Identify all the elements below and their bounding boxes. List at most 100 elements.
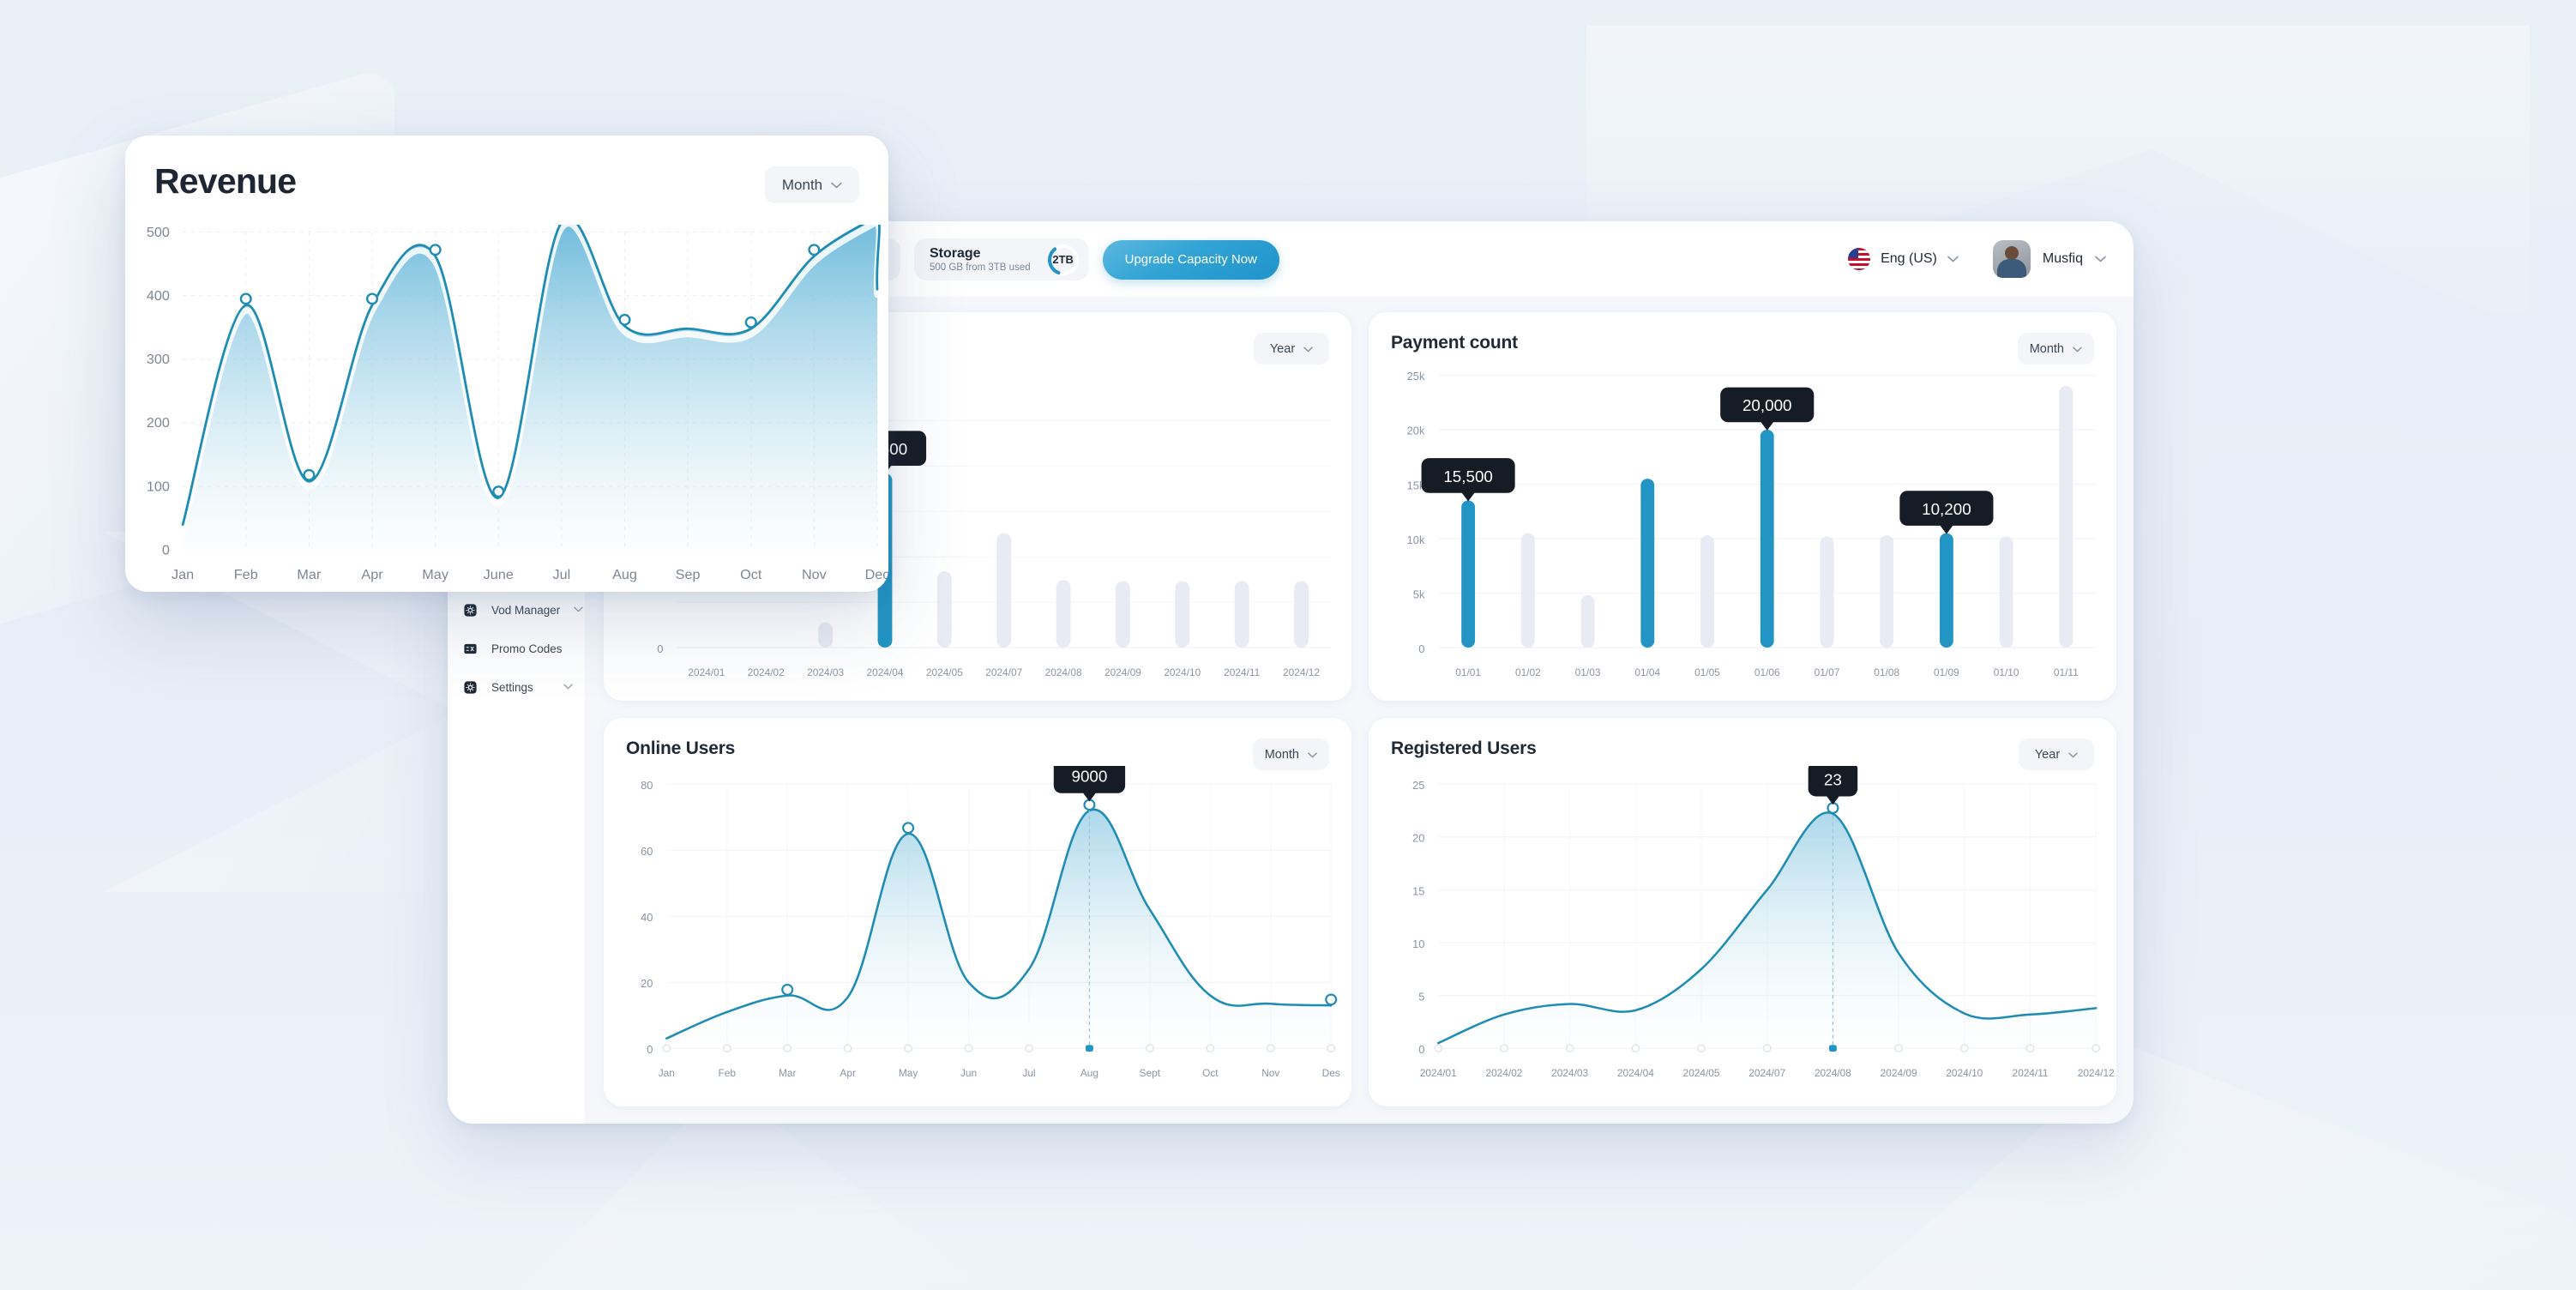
revenue-range-select[interactable]: Month (765, 166, 859, 203)
card-registered-users: Registered Users Year 0 5 10 15 20 25 2024/01 2… (1369, 718, 2116, 1106)
chart-revenue: 0 100 200 300 400 500 Jan Feb Mar Apr May June Jul Au… (125, 225, 888, 592)
svg-text:2024/07: 2024/07 (1748, 1068, 1785, 1079)
chart-payment-count: 0 5k 10k 15k 20k 25k 01/01 01/02 01/03 01/04 01/05… (1369, 360, 2116, 701)
page-title: Revenue (154, 161, 297, 201)
svg-text:Jan: Jan (172, 567, 194, 582)
svg-text:01/01: 01/01 (1455, 667, 1481, 678)
svg-text:0: 0 (162, 543, 170, 558)
top-bar-right: Eng (US) Musfiq (1848, 240, 2106, 278)
svg-text:Jul: Jul (1022, 1068, 1035, 1079)
svg-text:Feb: Feb (234, 567, 258, 582)
svg-text:Jun: Jun (960, 1068, 977, 1079)
svg-text:2024/09: 2024/09 (1104, 667, 1141, 678)
chevron-down-icon (1303, 343, 1313, 355)
svg-text:01/09: 01/09 (1934, 667, 1959, 678)
card-payment-count: Payment count Month 0 5k 10k 15k 20k 25k 01/01… (1369, 312, 2116, 701)
storage-used-ring-icon: 2TB (1046, 243, 1080, 277)
svg-text:2024/12: 2024/12 (1283, 667, 1320, 678)
svg-text:May: May (899, 1068, 918, 1079)
svg-text:2024/09: 2024/09 (1881, 1068, 1917, 1079)
svg-text:Mar: Mar (297, 567, 322, 582)
svg-text:2024/01: 2024/01 (688, 667, 725, 678)
svg-text:2024/08: 2024/08 (1815, 1068, 1851, 1079)
sidebar-item-settings[interactable]: Settings (448, 668, 585, 707)
svg-text:Mar: Mar (779, 1068, 797, 1079)
sidebar-item-label: Settings (491, 681, 533, 694)
storage-used-label: 2TB (1052, 253, 1074, 266)
svg-text:Feb: Feb (719, 1068, 737, 1079)
chevron-down-icon (2095, 253, 2106, 265)
svg-text:2024/11: 2024/11 (1224, 667, 1260, 678)
chevron-down-icon (2068, 749, 2078, 761)
svg-text:2024/03: 2024/03 (807, 667, 844, 678)
svg-text:01/04: 01/04 (1634, 667, 1660, 678)
svg-text:2024/11: 2024/11 (2012, 1068, 2048, 1079)
svg-text:Dec: Dec (865, 567, 888, 582)
storage-title: Storage (930, 246, 981, 261)
svg-text:5k: 5k (1413, 588, 1425, 600)
revenue-card: Revenue Month 0 100 200 300 400 500 Jan Feb Mar A… (125, 136, 888, 592)
range-label: Month (1264, 747, 1299, 762)
svg-text:Aug: Aug (612, 567, 637, 582)
svg-text:2024/08: 2024/08 (1045, 667, 1082, 678)
svg-text:2024/02: 2024/02 (1485, 1068, 1522, 1079)
sidebar-item-vod-manager[interactable]: Vod Manager (448, 591, 585, 630)
svg-text:Nov: Nov (1261, 1068, 1279, 1079)
svg-text:100: 100 (147, 479, 170, 495)
svg-text:10,200: 10,200 (1922, 500, 1971, 518)
svg-text:2024/04: 2024/04 (1617, 1068, 1654, 1079)
language-selector[interactable]: Eng (US) (1848, 248, 1959, 270)
storage-card: Storage 500 GB from 3TB used 2TB (914, 238, 1089, 280)
range-label: Month (2029, 341, 2064, 356)
svg-text:10: 10 (1412, 937, 1424, 950)
chevron-down-icon (574, 606, 584, 615)
svg-text:01/10: 01/10 (1994, 667, 2019, 678)
svg-text:5: 5 (1418, 991, 1424, 1004)
svg-text:01/03: 01/03 (1575, 667, 1601, 678)
storage-subtitle: 500 GB from 3TB used (930, 262, 1031, 273)
svg-text:0: 0 (1418, 1043, 1424, 1056)
svg-text:0: 0 (657, 642, 663, 655)
chart-registered-users: 0 5 10 15 20 25 2024/01 2024/02 2024/03 2024/04 20… (1369, 766, 2116, 1106)
svg-text:20,000: 20,000 (1742, 396, 1792, 414)
svg-text:01/02: 01/02 (1515, 667, 1541, 678)
svg-text:Jul: Jul (553, 567, 571, 582)
svg-text:15,500: 15,500 (1443, 467, 1493, 485)
svg-text:Sep: Sep (676, 567, 701, 582)
svg-text:25k: 25k (1407, 370, 1425, 383)
user-menu[interactable]: Musfiq (1992, 240, 2106, 278)
gear-square-icon (463, 603, 478, 618)
svg-text:Jan: Jan (659, 1068, 675, 1079)
svg-text:2024/07: 2024/07 (985, 667, 1022, 678)
svg-text:01/11: 01/11 (2054, 667, 2079, 678)
svg-text:60: 60 (641, 845, 653, 858)
chart-online-users: 0 20 40 60 80 Jan Feb Mar Apr May Jun Jul Aug Sept Oct… (604, 766, 1351, 1106)
svg-text:2024/01: 2024/01 (1420, 1068, 1457, 1079)
avatar (1992, 240, 2031, 278)
svg-text:Apr: Apr (840, 1068, 856, 1079)
svg-text:2024/05: 2024/05 (926, 667, 963, 678)
svg-text:500: 500 (147, 225, 170, 240)
svg-text:2024/10: 2024/10 (1164, 667, 1201, 678)
svg-text:Nov: Nov (802, 567, 827, 582)
card-title: Online Users (626, 738, 736, 758)
svg-text:40: 40 (641, 911, 653, 924)
svg-text:June: June (484, 567, 514, 582)
svg-text:15: 15 (1412, 884, 1424, 897)
chevron-down-icon (2073, 343, 2082, 355)
chevron-down-icon (563, 683, 573, 692)
svg-text:Apr: Apr (361, 567, 383, 582)
svg-text:23: 23 (1824, 771, 1842, 789)
chevron-down-icon (831, 179, 842, 191)
range-label: Year (1269, 341, 1296, 356)
svg-text:01/06: 01/06 (1754, 667, 1780, 678)
svg-text:01/08: 01/08 (1874, 667, 1899, 678)
ticket-icon (463, 642, 478, 656)
svg-text:Des: Des (1322, 1068, 1340, 1079)
sidebar-item-promo-codes[interactable]: Promo Codes (448, 630, 585, 668)
svg-text:20k: 20k (1407, 425, 1425, 437)
svg-text:300: 300 (147, 352, 170, 367)
svg-text:2024/02: 2024/02 (748, 667, 785, 678)
svg-text:01/07: 01/07 (1815, 667, 1840, 678)
upgrade-capacity-button[interactable]: Upgrade Capacity Now (1102, 239, 1279, 280)
